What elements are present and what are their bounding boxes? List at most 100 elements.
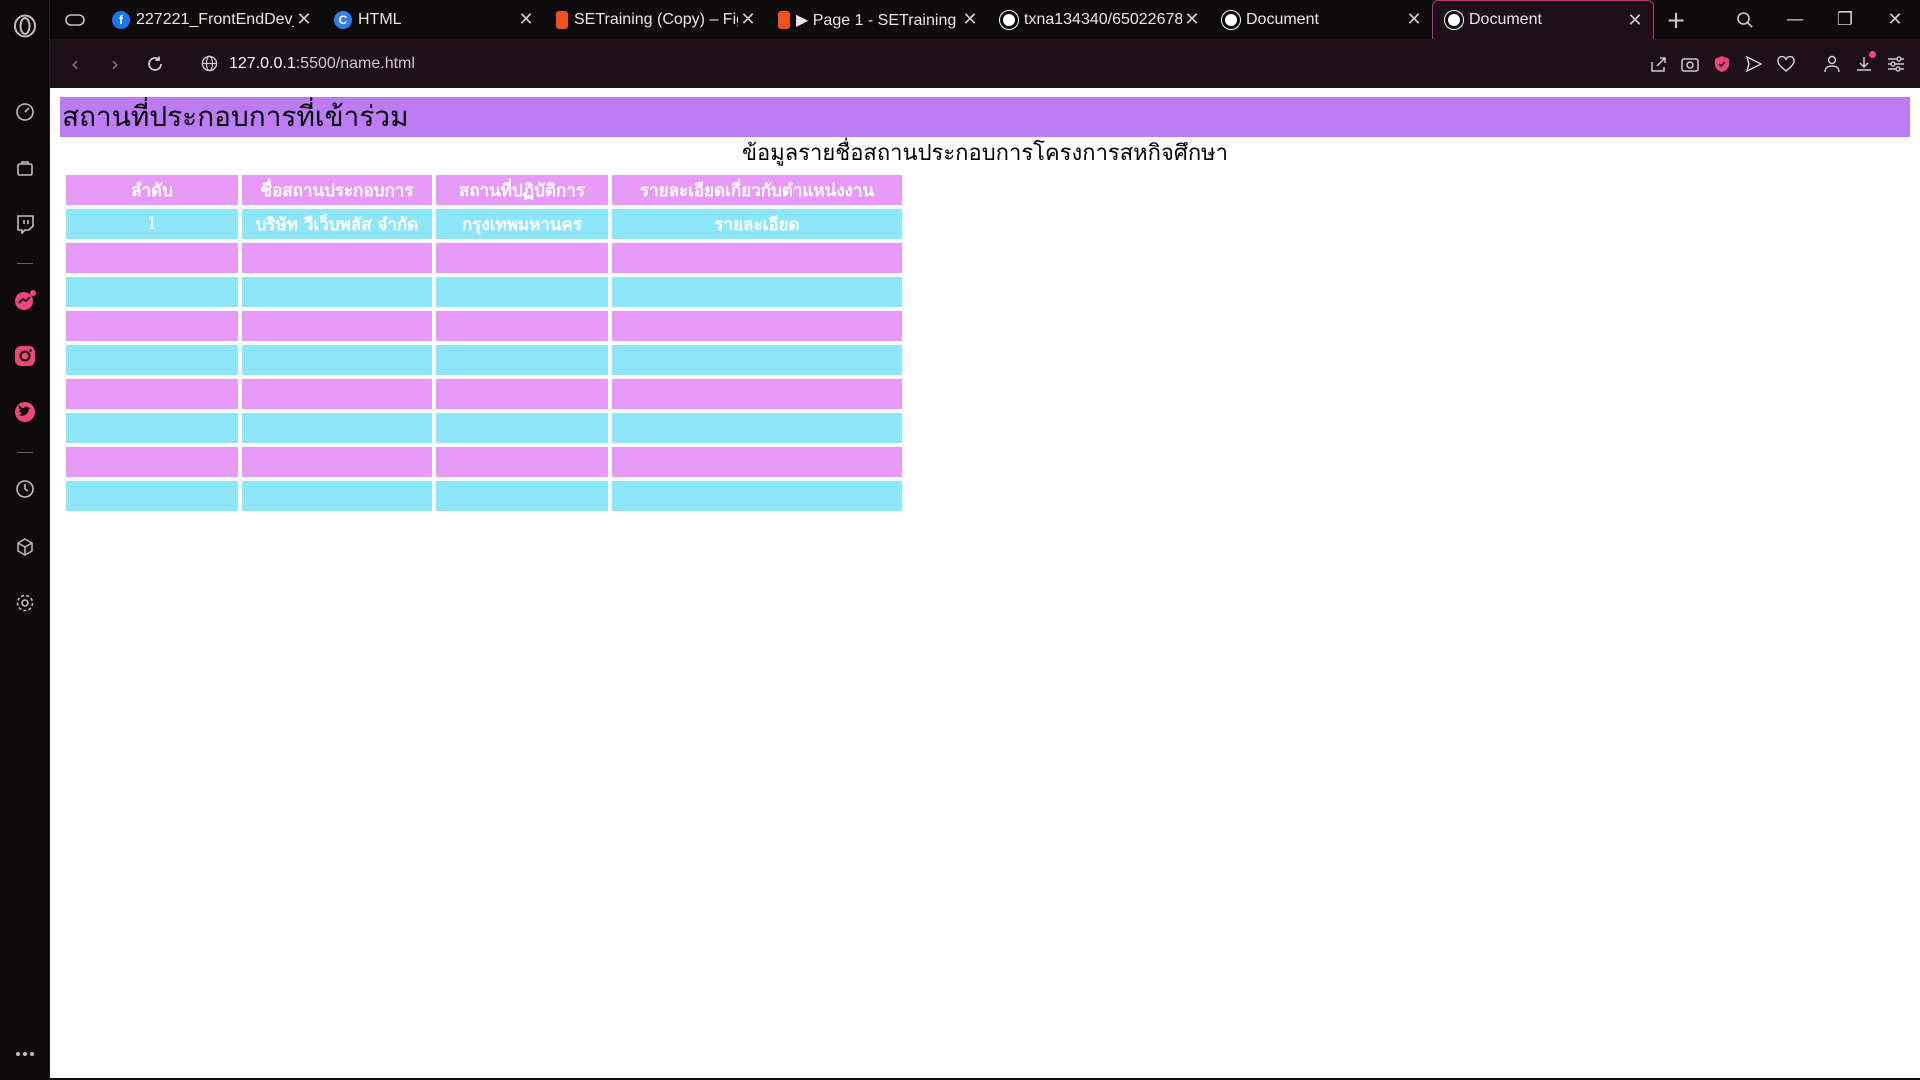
cell-order [66, 413, 238, 443]
table-row [66, 243, 902, 273]
tab-title: ▶ Page 1 - SETraining ( [796, 11, 960, 29]
sidebar-divider [17, 263, 33, 264]
gaming-controller-icon[interactable] [50, 0, 100, 39]
cell-company [242, 277, 432, 307]
cell-location [436, 345, 608, 375]
tab-title: Document [1246, 10, 1319, 28]
tab-title: 227221_FrontEndDev_2 [136, 10, 294, 28]
browser-tab[interactable]: Document ✕ [1432, 0, 1654, 39]
back-button[interactable]: ‹ [55, 44, 95, 84]
company-table: ลำดับ ชื่อสถานประกอบการ สถานที่ปฏิบัติกา… [62, 171, 906, 515]
cell-details [612, 413, 902, 443]
extensions-cube-icon[interactable] [0, 529, 50, 565]
instagram-icon[interactable] [0, 338, 50, 374]
sidebar-divider [17, 452, 33, 453]
table-row [66, 413, 902, 443]
cell-location [436, 311, 608, 341]
cell-details [612, 311, 902, 341]
downloads-badge [1869, 50, 1876, 58]
table-row [66, 481, 902, 511]
tab-strip: f 227221_FrontEndDev_2 ✕ C HTML ✕ SETraining (… [50, 0, 1920, 39]
tab-list: f 227221_FrontEndDev_2 ✕ C HTML ✕ SETraining (… [100, 0, 1654, 39]
cell-company [242, 243, 432, 273]
cell-location [436, 413, 608, 443]
browser-tab[interactable]: C HTML ✕ [322, 0, 544, 39]
browser-tab[interactable]: Document ✕ [1210, 0, 1432, 39]
cell-location [436, 481, 608, 511]
table-body: 1 บริษัท วีเว็บพลัส จำกัด กรุงเทพมหานคร ราย… [66, 209, 902, 511]
cell-order [66, 379, 238, 409]
more-options-icon[interactable] [0, 1036, 50, 1072]
web-page: สถานที่ประกอบการที่เข้าร่วม ข้อมูลรายชื่… [50, 88, 1920, 1078]
browser-sidebar [0, 0, 50, 1080]
tab-close-icon[interactable]: ✕ [960, 9, 980, 30]
share-icon[interactable] [1642, 55, 1674, 73]
table-row [66, 311, 902, 341]
twitch-icon[interactable] [0, 206, 50, 242]
easy-setup-icon[interactable] [1880, 55, 1912, 72]
history-clock-icon[interactable] [0, 471, 50, 507]
url-path: :5500/name.html [295, 54, 415, 72]
facebook-icon: f [112, 10, 130, 29]
cell-details [612, 277, 902, 307]
url-host: 127.0.0.1 [229, 54, 296, 72]
tab-close-icon[interactable]: ✕ [294, 9, 314, 30]
browser-window: f 227221_FrontEndDev_2 ✕ C HTML ✕ SETraining (… [0, 0, 1920, 1080]
cell-details [612, 447, 902, 477]
reload-button[interactable] [135, 44, 175, 84]
tab-close-icon[interactable]: ✕ [1182, 9, 1202, 30]
cell-company [242, 345, 432, 375]
cell-details [612, 481, 902, 511]
downloads-icon[interactable] [1848, 50, 1880, 73]
shopping-bag-icon[interactable] [0, 150, 50, 186]
profile-icon[interactable] [1816, 55, 1848, 73]
forward-button[interactable]: › [95, 44, 135, 84]
messenger-icon[interactable] [0, 282, 50, 318]
tab-close-icon[interactable]: ✕ [738, 9, 758, 30]
tab-close-icon[interactable]: ✕ [1625, 10, 1645, 31]
send-icon[interactable] [1738, 55, 1770, 73]
column-header-details: รายละเอียดเกี่ยวกับตำแหน่งงาน [612, 175, 902, 205]
new-tab-button[interactable]: + [1654, 0, 1698, 39]
table-row: 1 บริษัท วีเว็บพลัส จำกัด กรุงเทพมหานคร ราย… [66, 209, 902, 239]
opera-logo-icon[interactable] [0, 8, 50, 44]
address-bar[interactable]: 127.0.0.1:5500/name.html [189, 55, 415, 73]
site-info-globe-icon[interactable] [189, 55, 229, 72]
twitter-icon[interactable] [0, 394, 50, 430]
page-heading: สถานที่ประกอบการที่เข้าร่วม [60, 97, 1910, 137]
tab-title: txna134340/65022678 [1024, 10, 1182, 28]
browser-tab[interactable]: txna134340/65022678 ✕ [988, 0, 1210, 39]
globe-icon [1222, 10, 1240, 29]
browser-tab[interactable]: ▶ Page 1 - SETraining (✕ [766, 0, 988, 39]
minimize-button[interactable]: — [1770, 0, 1820, 39]
cell-company [242, 481, 432, 511]
canva-icon: C [334, 10, 352, 29]
tab-close-icon[interactable]: ✕ [516, 9, 536, 30]
search-tabs-icon[interactable] [1720, 0, 1770, 39]
column-header-company: ชื่อสถานประกอบการ [242, 175, 432, 205]
address-toolbar: ‹ › 127.0.0.1:5500/name.html [50, 39, 1920, 88]
settings-gear-icon[interactable] [0, 585, 50, 621]
restore-button[interactable]: ❐ [1820, 0, 1870, 39]
cell-details [612, 379, 902, 409]
cell-company: บริษัท วีเว็บพลัส จำกัด [242, 209, 432, 239]
snapshot-camera-icon[interactable] [1674, 56, 1706, 72]
adblock-shield-icon[interactable] [1706, 55, 1738, 73]
cell-details: รายละเอียด [612, 209, 902, 239]
tab-title: Document [1469, 11, 1542, 28]
browser-tab[interactable]: f 227221_FrontEndDev_2 ✕ [100, 0, 322, 39]
cell-location: กรุงเทพมหานคร [436, 209, 608, 239]
browser-tab[interactable]: SETraining (Copy) – Fig ✕ [544, 0, 766, 39]
speed-dial-icon[interactable] [0, 94, 50, 130]
table-row [66, 345, 902, 375]
table-row [66, 447, 902, 477]
page-subtitle: ข้อมูลรายชื่อสถานประกอบการโครงการสหกิจศึ… [741, 141, 1229, 166]
cell-order [66, 447, 238, 477]
cell-company [242, 413, 432, 443]
cell-location [436, 447, 608, 477]
heart-icon[interactable] [1770, 55, 1802, 72]
close-window-button[interactable]: ✕ [1870, 0, 1920, 39]
tab-close-icon[interactable]: ✕ [1404, 9, 1424, 30]
cell-company [242, 447, 432, 477]
cell-order [66, 481, 238, 511]
